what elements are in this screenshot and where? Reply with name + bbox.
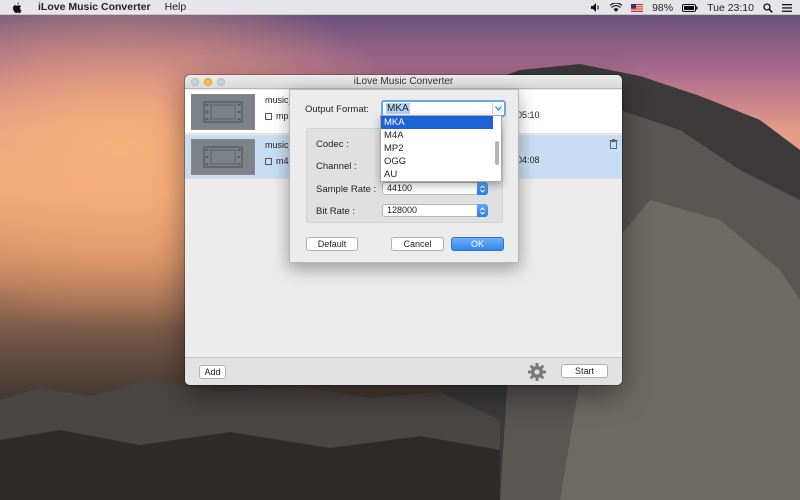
bit-rate-value: 128000: [387, 205, 418, 215]
film-icon: [203, 101, 243, 123]
format-option[interactable]: M4A: [381, 129, 493, 142]
video-thumbnail: [191, 94, 255, 130]
gear-icon[interactable]: [527, 362, 547, 385]
bit-rate-select[interactable]: 128000: [382, 204, 488, 217]
minimize-button[interactable]: [204, 78, 212, 86]
default-button[interactable]: Default: [306, 237, 358, 251]
stepper-icon[interactable]: [477, 204, 488, 217]
codec-label: Codec :: [316, 139, 349, 150]
file-duration: 04:08: [517, 155, 540, 165]
output-format-label: Output Format:: [305, 104, 369, 115]
app-menu[interactable]: iLove Music Converter: [38, 1, 151, 13]
search-icon[interactable]: [763, 2, 773, 13]
battery-label: 98%: [652, 1, 674, 14]
format-dropdown-list[interactable]: MKA M4A MP2 OGG AU: [380, 115, 502, 182]
format-option[interactable]: MKA: [381, 116, 493, 129]
menu-bar: iLove Music Converter Help 98% Tue 23:10: [0, 0, 800, 15]
flag-icon[interactable]: [631, 3, 644, 12]
scrollbar[interactable]: [495, 141, 499, 165]
film-icon: [203, 146, 243, 168]
bit-rate-label: Bit Rate :: [316, 206, 356, 217]
start-button[interactable]: Start: [561, 364, 608, 378]
help-menu[interactable]: Help: [165, 1, 187, 13]
window-title: iLove Music Converter: [353, 76, 454, 87]
format-option[interactable]: OGG: [381, 155, 493, 168]
volume-icon[interactable]: [591, 3, 601, 12]
format-icon: [265, 157, 272, 165]
add-button[interactable]: Add: [199, 365, 226, 379]
format-option[interactable]: AU: [381, 168, 493, 181]
sample-rate-label: Sample Rate :: [316, 184, 377, 195]
close-button[interactable]: [191, 78, 199, 86]
format-icon: [265, 112, 272, 120]
sample-rate-value: 44100: [387, 183, 413, 193]
list-icon[interactable]: [782, 3, 792, 12]
clock[interactable]: Tue 23:10: [707, 2, 754, 14]
wifi-icon[interactable]: [610, 3, 623, 12]
sample-rate-select[interactable]: 44100: [382, 182, 488, 195]
file-duration: 05:10: [517, 110, 540, 120]
video-thumbnail: [191, 139, 255, 175]
apple-icon[interactable]: [12, 2, 24, 13]
zoom-button[interactable]: [217, 78, 225, 86]
window-titlebar[interactable]: iLove Music Converter: [185, 75, 622, 89]
format-option[interactable]: MP2: [381, 142, 493, 155]
bottom-toolbar: Add Start: [185, 357, 622, 385]
chevron-down-icon[interactable]: [492, 103, 503, 114]
stepper-icon[interactable]: [477, 182, 488, 195]
trash-icon[interactable]: [609, 139, 618, 152]
battery-icon[interactable]: [682, 3, 698, 12]
output-format-value[interactable]: MKA: [386, 103, 410, 114]
cancel-button[interactable]: Cancel: [391, 237, 444, 251]
channel-label: Channel :: [316, 161, 357, 172]
ok-button[interactable]: OK: [451, 237, 504, 251]
